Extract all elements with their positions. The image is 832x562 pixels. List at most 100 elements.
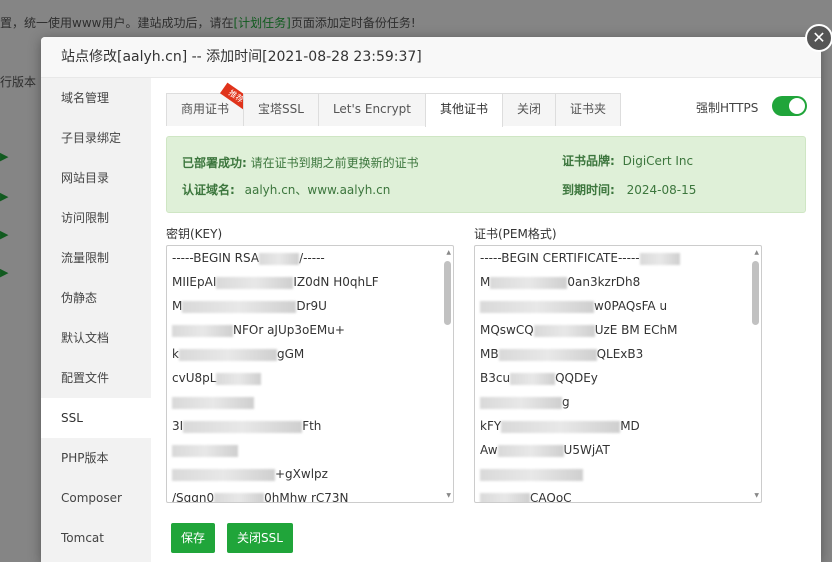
side-item-rewrite[interactable]: 伪静态 [41,278,151,318]
key-line-text: M [172,299,183,313]
cert-line-tail: U5WjAT [563,443,610,457]
scroll-up-icon[interactable]: ▲ [754,249,759,256]
cert-line-text: -----BEGIN CERTIFICATE----- [480,251,640,265]
tab-close[interactable]: 关闭 [502,93,557,126]
obscured-text [172,468,275,481]
scroll-up-icon[interactable]: ▲ [446,249,451,256]
key-line: -----BEGIN RSA /----- [167,246,453,270]
key-line: 3I Fth [167,414,453,438]
key-line-text: 3I [172,419,184,433]
cert-line [475,462,761,486]
side-item-tomcat[interactable]: Tomcat [41,518,151,558]
key-line-tail: IZ0dN H0qhLF [293,275,379,289]
tab-lets-encrypt[interactable]: Let's Encrypt [317,93,427,126]
cert-line: CAQoC [475,486,761,503]
cert-expiry: 到期时间: 2024-08-15 [562,183,697,197]
side-item-access-limit[interactable]: 访问限制 [41,198,151,238]
key-line-tail: gGM [276,347,305,361]
close-ssl-button[interactable]: 关闭SSL [227,523,293,553]
key-line-tail: NFOr aJUp3oEMu+ [233,323,345,337]
obscured-text [480,396,562,409]
side-item-ssl[interactable]: SSL [41,398,151,438]
cert-line: -----BEGIN CERTIFICATE----- [475,246,761,270]
side-item-composer[interactable]: Composer [41,478,151,518]
key-line-tail: /----- [299,251,325,265]
side-item-config-file[interactable]: 配置文件 [41,358,151,398]
side-item-subdir[interactable]: 子目录绑定 [41,118,151,158]
side-item-php-version[interactable]: PHP版本 [41,438,151,478]
cert-info-panel: 已部署成功: 请在证书到期之前更换新的证书 认证域名: aalyh.cn、www… [166,136,806,213]
obscured-text [216,276,294,289]
side-item-site-dir[interactable]: 网站目录 [41,158,151,198]
cert-line-tail: 0an3kzrDh8 [567,275,641,289]
cert-line-text: Aw [480,443,498,457]
key-line: MIIEpAI IZ0dN H0qhLF [167,270,453,294]
key-textarea[interactable]: ▲ ▼ -----BEGIN RSA /----- MIIEpAI IZ0dN H0q… [166,245,454,503]
obscured-text [497,444,564,457]
key-line: M Dr9U [167,294,453,318]
obscured-text [498,348,597,361]
key-line-tail: Dr9U [296,299,327,313]
toggle-knob [789,98,805,114]
key-line-tail: 0hMhw rC73N [264,491,349,503]
cert-line-tail: CAQoC [530,491,572,503]
force-https-toggle[interactable] [772,96,807,116]
cert-line: MQswCQ UzE BM EChM [475,318,761,342]
cert-line-tail: QQDEy [555,371,598,385]
key-line: NFOr aJUp3oEMu+ [167,318,453,342]
cert-line-text: kFY [480,419,502,433]
side-item-traffic-limit[interactable]: 流量限制 [41,238,151,278]
tab-commercial-cert[interactable]: 商用证书 推荐 [166,82,253,126]
obscured-text [182,300,297,313]
obscured-text [501,420,621,433]
obscured-text [259,252,300,265]
obscured-text [480,300,594,313]
cert-textarea[interactable]: ▲ ▼ -----BEGIN CERTIFICATE----- M 0an3kzrD… [474,245,762,503]
cert-line: MB QLExB3 [475,342,761,366]
key-label: 密钥(KEY) [166,227,223,241]
side-item-domain[interactable]: 域名管理 [41,78,151,118]
cert-line-tail: g [562,395,570,409]
cert-line: w0PAQsFA u [475,294,761,318]
side-item-default-doc[interactable]: 默认文档 [41,318,151,358]
cert-line-text: MQswCQ [480,323,534,337]
obscured-text [172,396,254,409]
site-edit-modal: 站点修改[aalyh.cn] -- 添加时间[2021-08-28 23:59:… [41,37,821,562]
obscured-text [510,372,556,385]
save-button[interactable]: 保存 [171,523,216,553]
cert-line-tail: w0PAQsFA u [594,299,668,313]
obscured-text [216,372,262,385]
cert-line-tail: QLExB3 [596,347,644,361]
key-scrollbar[interactable] [444,261,451,325]
obscured-text [490,276,568,289]
cert-line: Aw U5WjAT [475,438,761,462]
scroll-down-icon[interactable]: ▼ [446,492,451,499]
ssl-tabs: 商用证书 推荐 宝塔SSL Let's Encrypt 其他证书 关闭 证书夹 [166,82,622,127]
cert-scrollbar[interactable] [752,261,759,325]
cert-label: 证书(PEM格式) [474,227,557,241]
cert-brand: 证书品牌: DigiCert Inc [562,154,694,168]
cert-line: kFY MD [475,414,761,438]
tab-bt-ssl[interactable]: 宝塔SSL [243,93,319,126]
obscured-text [533,324,595,337]
tab-cert-folder[interactable]: 证书夹 [555,93,622,126]
cert-domain: 认证域名: aalyh.cn、www.aalyh.cn [182,183,391,197]
cert-line: M 0an3kzrDh8 [475,270,761,294]
obscured-text [480,468,583,481]
cert-line-text: B3cu [480,371,511,385]
obscured-text [172,324,233,337]
scroll-down-icon[interactable]: ▼ [754,492,759,499]
side-nav: 域名管理 子目录绑定 网站目录 访问限制 流量限制 伪静态 默认文档 配置文件 … [41,78,151,562]
key-line-text: cvU8pL [172,371,217,385]
modal-title: 站点修改[aalyh.cn] -- 添加时间[2021-08-28 23:59:… [41,37,821,78]
force-https-label: 强制HTTPS [696,101,759,115]
key-line-text: /Sggn0 [172,491,215,503]
key-line: cvU8pL [167,366,453,390]
cert-line: B3cu QQDEy [475,366,761,390]
key-line-text: -----BEGIN RSA [172,251,260,265]
tab-other-cert[interactable]: 其他证书 [425,93,504,127]
modal-close-button[interactable]: ✕ [805,24,832,52]
deployed-status: 已部署成功: 请在证书到期之前更换新的证书 [182,156,419,170]
obscured-text [183,420,303,433]
key-line: /Sggn0 0hMhw rC73N [167,486,453,503]
